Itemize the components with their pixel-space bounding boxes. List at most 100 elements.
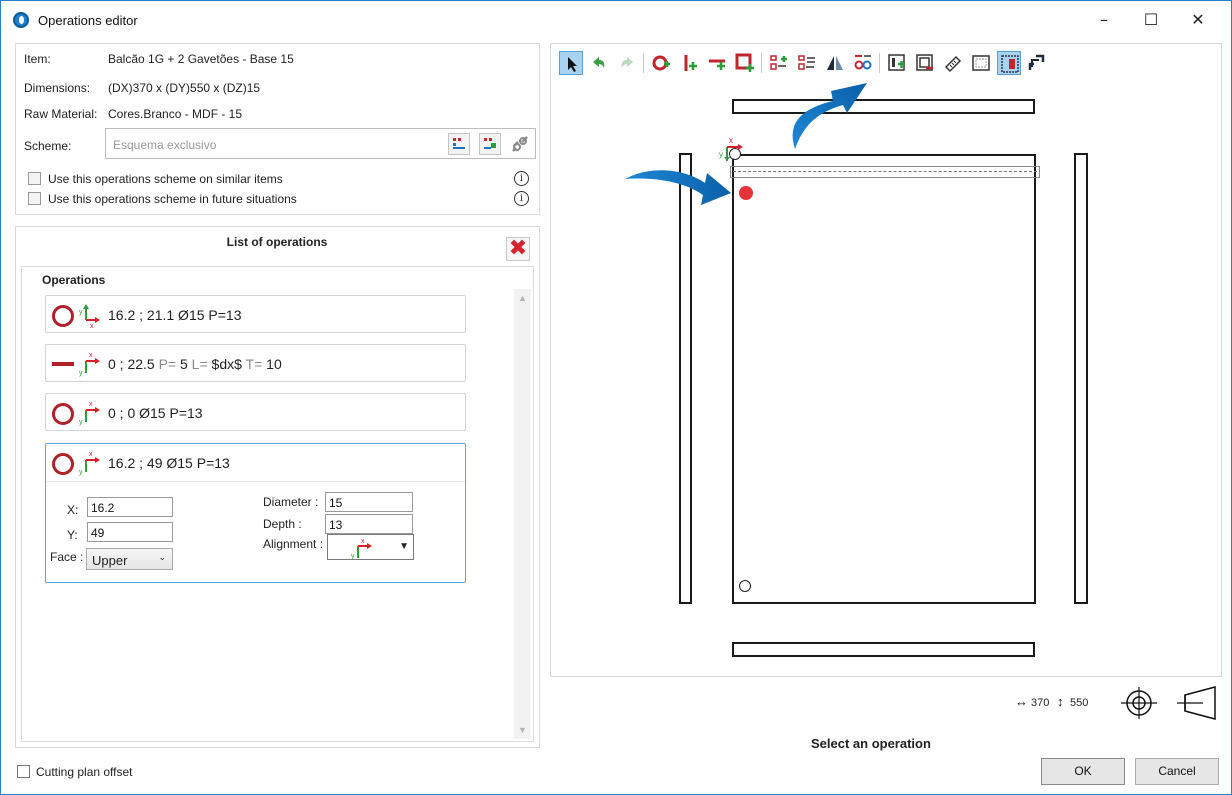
cutting-plan-offset-checkbox[interactable] [17, 765, 30, 778]
operations-group-header: Operations [42, 273, 106, 287]
svg-text:y: y [79, 419, 83, 426]
status-message: Select an operation [811, 736, 931, 751]
groove-icon [52, 362, 74, 366]
add-hole-button[interactable] [649, 51, 673, 75]
maximize-button[interactable]: ☐ [1136, 9, 1166, 31]
groove-operation-shape[interactable] [730, 166, 1040, 178]
svg-text:y: y [351, 553, 355, 560]
face-label: Face : [50, 550, 84, 564]
svg-text:x: x [89, 451, 93, 458]
item-label: Item: [24, 52, 51, 66]
axis-alignment-icon: y x [79, 352, 100, 377]
scroll-down-icon[interactable]: ▼ [518, 725, 527, 735]
y-label: Y: [67, 528, 78, 542]
close-window-button[interactable]: ✕ [1183, 9, 1213, 31]
similar-items-label: Use this operations scheme on similar it… [48, 172, 283, 186]
window-title: Operations editor [38, 13, 138, 28]
move-operation-button[interactable] [851, 51, 875, 75]
panel-remove-icon [916, 54, 933, 71]
toolbar-separator [643, 53, 644, 73]
redo-icon [621, 57, 633, 68]
arrow-annotation-icon [625, 170, 731, 205]
ok-button[interactable]: OK [1041, 758, 1125, 785]
third-angle-projection-icon[interactable] [1175, 685, 1221, 721]
unlink-scheme-button[interactable] [510, 134, 532, 156]
svg-text:x: x [90, 323, 94, 328]
raw-material-value: Cores.Branco - MDF - 15 [108, 107, 243, 121]
x-input[interactable]: 16.2 [87, 497, 173, 517]
operation-item-selected[interactable]: y x 16.2 ; 49 Ø15 P=13 X: 16.2 Y: 49 Fac… [45, 443, 466, 583]
add-panel-button[interactable] [885, 51, 909, 75]
remove-panel-button[interactable] [913, 51, 937, 75]
dimensions-readout: ↔ 370 ↕ 550 [1013, 686, 1223, 720]
operation-text: 0 ; 22.5 P= 5 L= $dx$ T= 10 [108, 356, 282, 372]
raw-material-row: Raw Material: Cores.Branco - MDF - 15 [24, 107, 242, 121]
operation-item[interactable]: y x 0 ; 0 Ø15 P=13 [45, 393, 466, 431]
face-value: Upper [92, 553, 128, 568]
delete-operation-button[interactable]: ✖ [506, 237, 530, 261]
face-select[interactable]: Upper ⌄ [86, 548, 173, 570]
operation-text: 16.2 ; 49 Ø15 P=13 [108, 455, 230, 471]
frame-icon [972, 55, 990, 71]
hole-shape[interactable] [739, 580, 751, 592]
rotate-icon [1028, 54, 1045, 70]
dimensions-value: (DX)370 x (DY)550 x (DZ)15 [108, 81, 261, 95]
add-hole-icon [652, 55, 670, 71]
pocket-icon [735, 53, 754, 72]
operations-scrollbar[interactable]: ▲ ▼ [514, 289, 531, 739]
similar-items-checkbox[interactable] [28, 172, 41, 185]
hole-icon [52, 403, 74, 425]
rotate-button[interactable] [1025, 51, 1049, 75]
diameter-input[interactable]: 15 [325, 492, 413, 512]
remove-group-button[interactable] [795, 51, 819, 75]
operation-item[interactable]: y x 0 ; 22.5 P= 5 L= $dx$ T= 10 [45, 344, 466, 382]
base-panel-shape[interactable] [732, 154, 1036, 604]
operations-list-title: List of operations [226, 235, 328, 249]
raw-material-label: Raw Material: [24, 107, 98, 121]
y-input[interactable]: 49 [87, 522, 173, 542]
axis-alignment-icon: y x [79, 304, 100, 328]
add-pocket-button[interactable] [733, 51, 757, 75]
svg-text:x: x [89, 401, 93, 408]
hole-icon [52, 305, 74, 327]
future-situations-checkbox[interactable] [28, 192, 41, 205]
scheme-field[interactable]: Esquema exclusivo [105, 128, 536, 159]
add-vertical-groove-button[interactable] [677, 51, 701, 75]
depth-input[interactable]: 13 [325, 514, 413, 534]
minimize-button[interactable]: – [1089, 9, 1119, 31]
x-label: X: [67, 503, 79, 517]
alignment-select[interactable]: y x ▼ [327, 534, 414, 560]
left-side-panel-shape [679, 153, 692, 604]
svg-text:y: y [719, 150, 723, 159]
save-scheme-button[interactable] [479, 133, 501, 155]
svg-text:y: y [79, 469, 83, 476]
axis-alignment-icon: y x [79, 401, 100, 426]
mirror-button[interactable] [823, 51, 847, 75]
add-horizontal-groove-button[interactable] [705, 51, 729, 75]
select-tool-button[interactable] [559, 51, 583, 75]
app-logo-icon [13, 12, 29, 28]
similar-items-info-icon[interactable]: i [514, 171, 529, 186]
axis-alignment-icon: y x [351, 538, 372, 560]
cancel-button[interactable]: Cancel [1135, 758, 1219, 785]
diameter-label: Diameter : [263, 495, 319, 509]
frame-button[interactable] [969, 51, 993, 75]
bottom-panel-shape [732, 642, 1035, 657]
dx-value: 370 [1031, 697, 1050, 709]
axis-alignment-icon: y x [79, 451, 100, 476]
undo-button[interactable] [587, 51, 611, 75]
svg-text:y: y [79, 370, 83, 377]
show-grooves-toggle[interactable] [997, 51, 1021, 75]
future-situations-info-icon[interactable]: i [514, 191, 529, 206]
add-group-button[interactable] [767, 51, 791, 75]
scroll-up-icon[interactable]: ▲ [518, 293, 527, 303]
operations-list: Operations ▲ ▼ y x 16.2 ; 21.1 Ø15 P=13 … [21, 266, 534, 742]
redo-button[interactable] [615, 51, 639, 75]
toolbar-separator [761, 53, 762, 73]
undo-icon [593, 57, 605, 68]
load-scheme-button[interactable] [448, 133, 470, 155]
measure-button[interactable] [941, 51, 965, 75]
selected-hole-marker[interactable] [739, 186, 753, 200]
first-angle-projection-icon[interactable] [1119, 685, 1159, 721]
operation-item[interactable]: y x 16.2 ; 21.1 Ø15 P=13 [45, 295, 466, 333]
